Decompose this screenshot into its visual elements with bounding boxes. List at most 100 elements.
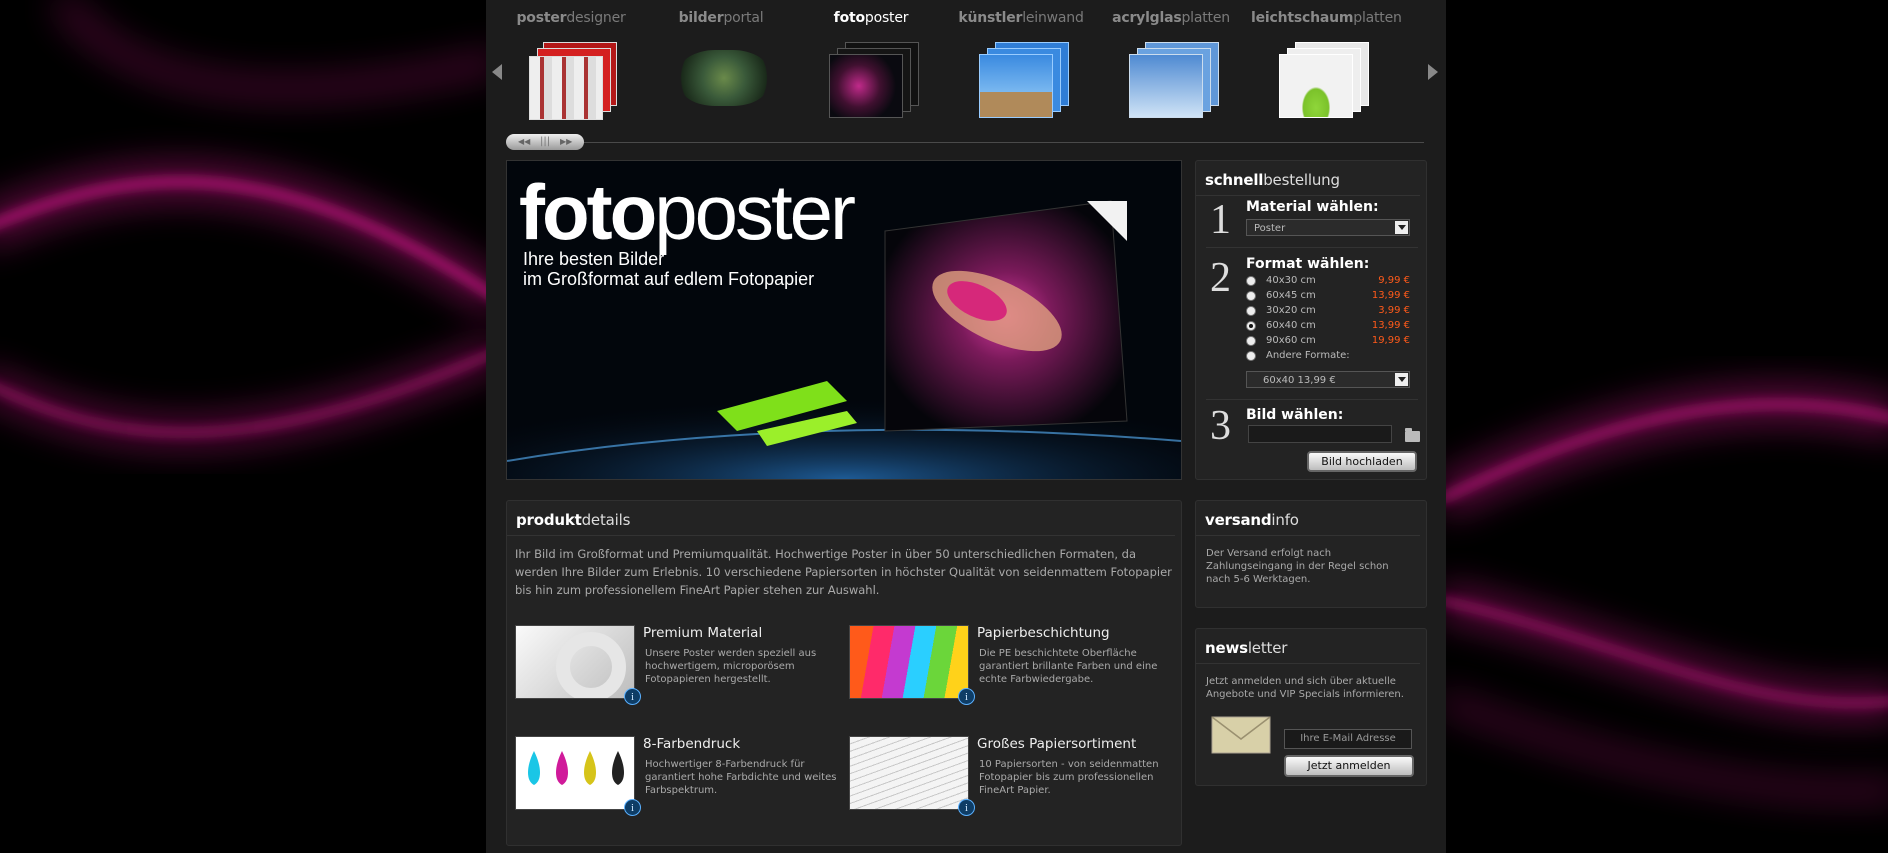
step-2-number: 2 (1210, 255, 1231, 301)
category-label-rest: platten (1181, 10, 1230, 26)
category-fotoposter[interactable]: fotoposter (801, 0, 941, 126)
ink-drops-illustration (528, 751, 624, 785)
scroller-left-icon[interactable]: ◀◀ (518, 137, 530, 146)
posterdesigner-thumbnail (523, 42, 619, 126)
category-label-bold: leichtschaum (1251, 10, 1354, 26)
format-option[interactable]: 90x60 cm 19,99 € (1246, 335, 1410, 350)
format-name: 60x45 cm (1266, 290, 1316, 301)
eight-color-print-image (515, 736, 635, 810)
product-details-title: produktdetails (507, 501, 1175, 536)
category-label-bold: bilder (678, 10, 724, 26)
hero-subtitle-line1: Ihre besten Bilder (523, 249, 665, 269)
product-details-panel: produktdetails Ihr Bild im Großformat un… (506, 500, 1182, 846)
category-leichtschaumplatten[interactable]: leichtschaumplatten (1251, 0, 1402, 126)
feature-title: Premium Material (643, 625, 763, 641)
step-2-label: Format wählen: (1246, 256, 1370, 272)
newsletter-title: newsletter (1196, 629, 1420, 664)
format-name: 60x40 cm (1266, 320, 1316, 331)
upload-image-button[interactable]: Bild hochladen (1307, 451, 1417, 472)
material-select[interactable]: Poster (1246, 219, 1410, 236)
format-radio-checked[interactable] (1246, 321, 1256, 331)
step-1-number: 1 (1210, 197, 1231, 243)
feature-description: Hochwertiger 8-Farbendruck für garantier… (645, 759, 837, 796)
category-label-bold: poster (516, 10, 567, 26)
nav-next-arrow-icon[interactable] (1428, 64, 1438, 80)
premium-material-image (515, 625, 635, 699)
category-label-rest: portal (723, 10, 764, 26)
image-file-input[interactable] (1248, 425, 1392, 443)
hero-subtitle: Ihre besten Bilder im Großformat auf edl… (523, 249, 814, 289)
feature-description: Die PE beschichtete Oberfläche garantier… (979, 648, 1158, 685)
feature-title: Großes Papiersortiment (977, 736, 1137, 752)
format-name: 40x30 cm (1266, 275, 1316, 286)
format-radio[interactable] (1246, 276, 1256, 286)
info-icon[interactable]: i (624, 688, 641, 705)
material-select-value: Poster (1254, 223, 1286, 234)
format-price: 19,99 € (1371, 335, 1410, 346)
product-details-title-rest: details (581, 511, 631, 529)
format-name: 90x60 cm (1266, 335, 1316, 346)
hero-title: fotoposter (519, 173, 856, 251)
newsletter-submit-button[interactable]: Jetzt anmelden (1284, 755, 1414, 777)
format-name: 30x20 cm (1266, 305, 1316, 316)
step-3-number: 3 (1210, 403, 1231, 449)
format-option-other[interactable]: Andere Formate: (1246, 350, 1410, 365)
format-option[interactable]: 60x45 cm 13,99 € (1246, 290, 1410, 305)
category-bilderportal[interactable]: bilderportal (651, 0, 791, 126)
scroller-grip-icon[interactable]: ||| (540, 136, 550, 147)
format-price: 9,99 € (1378, 275, 1410, 286)
step-divider (1206, 247, 1418, 248)
shipping-info-title: versandinfo (1196, 501, 1420, 536)
format-radio[interactable] (1246, 291, 1256, 301)
format-radio[interactable] (1246, 306, 1256, 316)
hero-title-rest: poster (654, 168, 856, 256)
step-3-label: Bild wählen: (1246, 407, 1344, 423)
format-option[interactable]: 60x40 cm 13,99 € (1246, 320, 1410, 335)
bilderportal-thumbnail (673, 42, 769, 126)
step-1-label: Material wählen: (1246, 199, 1379, 215)
newsletter-text: Jetzt anmelden und sich über aktuelle An… (1206, 676, 1404, 700)
scroller-right-icon[interactable]: ▶▶ (560, 137, 572, 146)
format-radio[interactable] (1246, 351, 1256, 361)
category-label-bold: foto (833, 10, 865, 26)
feature-description: 10 Papiersorten - von seidenmatten Fotop… (979, 759, 1159, 796)
paper-coating-image (849, 625, 969, 699)
page-container: posterdesigner bilderportal fotoposter k… (486, 0, 1446, 853)
shipping-info-text: Der Versand erfolgt nach Zahlungseingang… (1206, 548, 1389, 585)
format-option[interactable]: 30x20 cm 3,99 € (1246, 305, 1410, 320)
shipping-info-title-bold: versand (1205, 511, 1272, 529)
format-price: 13,99 € (1371, 320, 1410, 331)
step-divider (1206, 399, 1418, 400)
info-icon[interactable]: i (958, 688, 975, 705)
chevron-down-icon[interactable] (1395, 373, 1408, 386)
format-name: Andere Formate: (1266, 350, 1350, 361)
fotoposter-thumbnail (823, 42, 919, 126)
format-radio[interactable] (1246, 336, 1256, 346)
format-option[interactable]: 40x30 cm 9,99 € (1246, 275, 1410, 290)
format-price: 3,99 € (1378, 305, 1410, 316)
folder-icon[interactable] (1405, 428, 1420, 442)
shipping-info-title-rest: info (1271, 511, 1299, 529)
category-label-bold: acrylglas (1112, 10, 1182, 26)
quick-order-title-bold: schnell (1205, 171, 1264, 189)
format-select-value: 60x40 13,99 € (1263, 375, 1336, 386)
carousel-scroller[interactable]: ◀◀ ||| ▶▶ (506, 134, 584, 150)
info-icon[interactable]: i (624, 799, 641, 816)
feature-title: Papierbeschichtung (977, 625, 1110, 641)
category-label-rest: platten (1353, 10, 1402, 26)
chevron-down-icon[interactable] (1395, 221, 1408, 234)
category-label-rest: leinwand (1022, 10, 1084, 26)
leichtschaumplatten-thumbnail (1273, 42, 1369, 126)
category-posterdesigner[interactable]: posterdesigner (501, 0, 641, 126)
quick-order-title-rest: bestellung (1263, 171, 1340, 189)
info-icon[interactable]: i (958, 799, 975, 816)
newsletter-title-rest: letter (1247, 639, 1288, 657)
category-label-rest: poster (864, 10, 909, 26)
acrylglasplatten-thumbnail (1123, 42, 1219, 126)
product-details-text: Ihr Bild im Großformat und Premiumqualit… (515, 547, 1172, 597)
feature-description: Unsere Poster werden speziell aus hochwe… (645, 648, 817, 685)
newsletter-email-input[interactable]: Ihre E-Mail Adresse (1284, 729, 1412, 749)
category-acrylglasplatten[interactable]: acrylglasplatten (1101, 0, 1241, 126)
category-kuenstlerleinwand[interactable]: künstlerleinwand (951, 0, 1091, 126)
format-select[interactable]: 60x40 13,99 € (1246, 371, 1410, 388)
